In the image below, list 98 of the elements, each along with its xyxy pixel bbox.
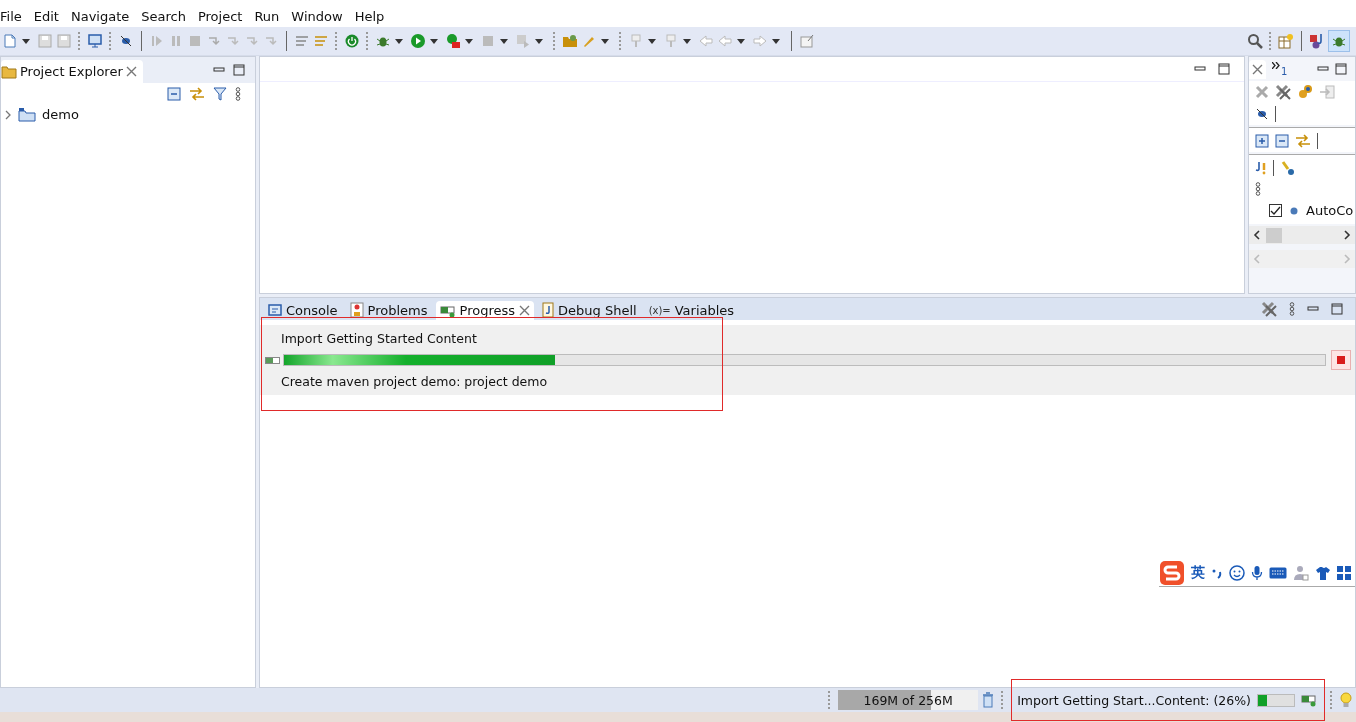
job-title: Import Getting Started Content [280,331,478,346]
dropdown-caret-icon[interactable] [683,38,691,44]
skip-breakpoints-icon[interactable] [1255,107,1269,121]
menu-item[interactable]: Window [291,8,349,24]
power-icon[interactable] [344,33,360,49]
dropdown-caret-icon[interactable] [535,38,543,44]
keyboard-icon[interactable] [1269,567,1287,579]
view-menu-icon[interactable] [1289,302,1295,316]
smiley-icon[interactable] [1229,565,1245,581]
remove-icon[interactable] [1255,85,1269,99]
tab-label: Project Explorer [20,64,123,79]
document-icon [542,302,554,318]
scroll-left-icon [1253,254,1260,264]
mini-progress-bar [1257,693,1295,707]
chevron-icon [1272,61,1280,69]
gears-icon[interactable] [1297,84,1313,100]
menu-item[interactable]: File [0,8,28,24]
maximize-icon[interactable] [1331,303,1343,315]
menu-item[interactable]: Navigate [70,8,136,24]
monitor-icon[interactable] [87,33,103,49]
view-tab[interactable]: Problems [345,300,432,320]
menu-item[interactable]: Run [254,8,286,24]
maximize-icon[interactable] [233,64,245,76]
dropdown-caret-icon[interactable] [500,38,508,44]
collapse-all-icon[interactable] [1275,134,1289,148]
close-icon[interactable] [1252,63,1263,75]
remove-all-icon[interactable] [1275,84,1291,100]
link-arrows-icon[interactable] [1295,134,1311,148]
microphone-icon[interactable] [1251,565,1263,581]
tree-item[interactable]: demo [1,105,255,124]
progress-view-icon[interactable] [1301,693,1317,707]
open-folder-icon[interactable] [562,33,578,49]
maximize-icon[interactable] [1335,63,1347,75]
progress-icon [439,303,456,318]
dropdown-caret-icon[interactable] [430,38,438,44]
scroll-thumb[interactable] [1266,227,1282,243]
dropdown-caret-icon[interactable] [601,38,609,44]
open-perspective-icon[interactable] [1278,33,1294,49]
view-tab[interactable]: (x)= Variables [644,301,739,320]
problems-icon [349,302,364,318]
skip-breakpoints-icon[interactable] [118,33,134,49]
link-arrows-icon[interactable] [189,87,205,101]
job-detail: Create maven project demo: project demo [280,374,549,391]
dropdown-caret-icon[interactable] [772,38,780,44]
scroll-right-icon [1344,254,1351,264]
progress-icon [265,356,280,364]
input-mode-toggle[interactable]: 英 [1191,564,1205,582]
checkbox[interactable] [1269,204,1282,217]
horizontal-scrollbar[interactable] [1249,226,1355,244]
menu-item[interactable]: Search [141,8,192,24]
project-name: demo [42,107,79,122]
expand-all-icon[interactable] [1255,134,1269,148]
dot-icon [1290,206,1298,215]
shirt-icon[interactable] [1315,566,1331,580]
close-icon[interactable] [519,305,530,316]
menu-item[interactable]: Help [354,8,391,24]
dropdown-caret-icon[interactable] [737,38,745,44]
project-explorer-tab[interactable]: Project Explorer [1,60,143,83]
grid-icon[interactable] [1337,566,1351,580]
run-icon[interactable] [410,33,426,49]
debug-perspective-icon[interactable] [1328,30,1350,52]
exception-icon[interactable] [1255,160,1267,176]
run-external-icon[interactable] [445,33,461,49]
minimize-icon[interactable] [213,65,225,75]
dropdown-caret-icon[interactable] [465,38,473,44]
cancel-button[interactable] [1331,350,1351,370]
breakpoint-label: AutoCo [1306,203,1354,218]
view-overflow-button[interactable]: 1 [1272,61,1288,77]
expand-chevron-icon[interactable] [4,109,12,120]
remove-all-icon[interactable] [1261,301,1277,317]
view-tab[interactable]: Debug Shell [538,300,641,320]
scroll-right-icon[interactable] [1344,230,1351,240]
outline-tab[interactable] [1249,59,1266,79]
close-icon[interactable] [125,66,137,77]
search-icon[interactable] [1247,33,1263,49]
view-tab[interactable]: Console [264,301,342,320]
trash-icon[interactable] [982,692,995,708]
minimize-icon[interactable] [1317,64,1329,74]
dropdown-caret-icon[interactable] [395,38,403,44]
menu-item[interactable]: Project [197,8,249,24]
filter-icon[interactable] [213,87,227,101]
view-menu-icon[interactable] [235,87,241,101]
project-folder-icon [18,107,36,122]
status-job-text[interactable]: Import Getting Start...Content: (26%) [1017,692,1251,708]
dropdown-caret-icon[interactable] [22,38,30,44]
heap-status-text: 169M of 256M [863,692,953,708]
folder-icon [1,64,17,79]
scroll-left-icon[interactable] [1253,230,1260,240]
minimize-icon[interactable] [1307,304,1319,314]
pin-window-icon[interactable] [799,33,815,49]
view-menu-icon[interactable] [1255,182,1261,196]
dropdown-caret-icon[interactable] [648,38,656,44]
menu-item[interactable]: Edit [33,8,65,24]
java-perspective-icon[interactable] [1309,33,1325,49]
user-icon[interactable] [1293,565,1309,581]
minimize-icon[interactable] [1194,64,1206,74]
collapse-all-icon[interactable] [167,87,181,101]
maximize-icon[interactable] [1218,63,1230,75]
